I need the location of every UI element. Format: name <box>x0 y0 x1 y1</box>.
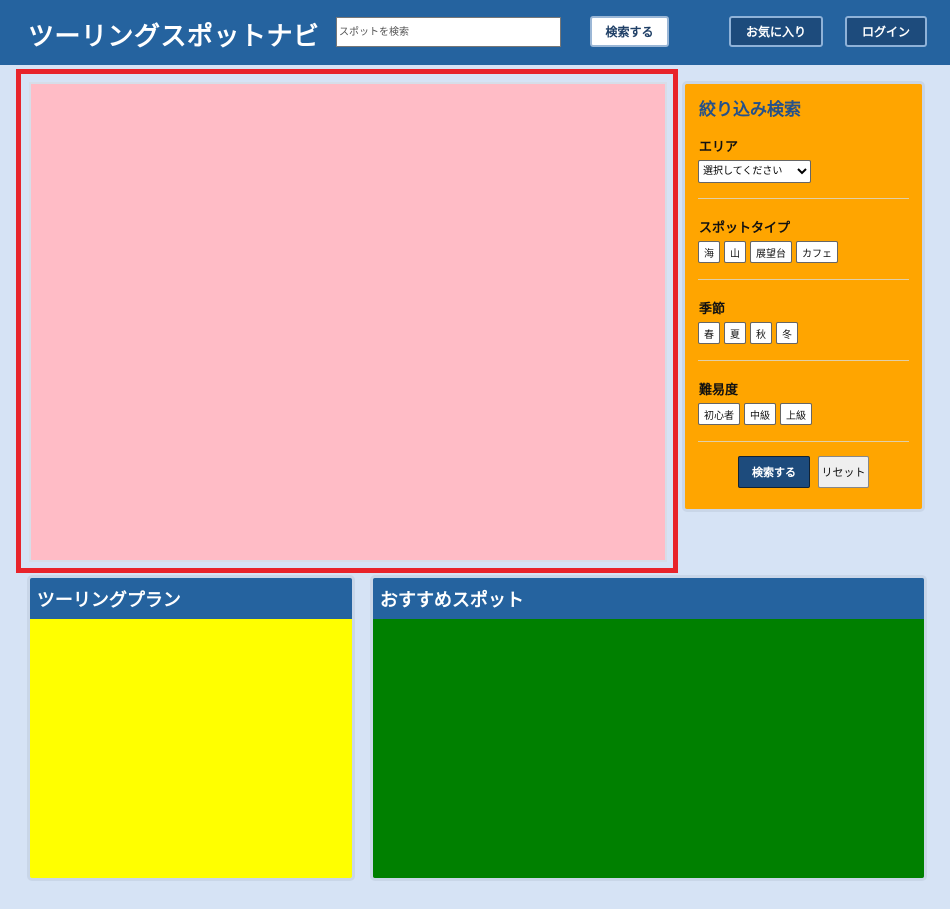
season-autumn-chip[interactable]: 秋 <box>750 322 772 344</box>
touring-plan-card: ツーリングプラン <box>27 575 355 881</box>
spot-type-cafe-chip[interactable]: カフェ <box>796 241 838 263</box>
difficulty-options: 初心者 中級 上級 <box>698 403 812 425</box>
site-title[interactable]: ツーリングスポットナビ <box>28 16 320 53</box>
filter-reset-button[interactable]: リセット <box>818 456 869 488</box>
area-label: エリア <box>699 140 739 155</box>
recommended-spots-body <box>373 619 924 878</box>
season-options: 春 夏 秋 冬 <box>698 322 798 344</box>
spot-type-sea-chip[interactable]: 海 <box>698 241 720 263</box>
difficulty-intermediate-chip[interactable]: 中級 <box>744 403 776 425</box>
spot-search-input[interactable] <box>336 17 561 47</box>
filter-title: 絞り込み検索 <box>699 100 801 120</box>
spot-type-viewpoint-chip[interactable]: 展望台 <box>750 241 792 263</box>
spot-type-options: 海 山 展望台 カフェ <box>698 241 838 263</box>
season-summer-chip[interactable]: 夏 <box>724 322 746 344</box>
difficulty-advanced-chip[interactable]: 上級 <box>780 403 812 425</box>
filter-divider <box>698 441 909 442</box>
favorites-button[interactable]: お気に入り <box>729 16 823 47</box>
spot-type-label: スポットタイプ <box>699 221 791 236</box>
spot-type-mountain-chip[interactable]: 山 <box>724 241 746 263</box>
difficulty-beginner-chip[interactable]: 初心者 <box>698 403 740 425</box>
filter-divider <box>698 360 909 361</box>
season-winter-chip[interactable]: 冬 <box>776 322 798 344</box>
search-button[interactable]: 検索する <box>590 16 669 47</box>
login-button[interactable]: ログイン <box>845 16 927 47</box>
recommended-spots-title: おすすめスポット <box>373 578 924 619</box>
touring-plan-title: ツーリングプラン <box>30 578 352 619</box>
site-header: ツーリングスポットナビ 検索する お気に入り ログイン <box>0 0 950 65</box>
difficulty-label: 難易度 <box>699 383 739 398</box>
filter-divider <box>698 279 909 280</box>
filter-search-button[interactable]: 検索する <box>738 456 810 488</box>
recommended-spots-card: おすすめスポット <box>370 575 927 881</box>
season-label: 季節 <box>699 302 726 317</box>
season-spring-chip[interactable]: 春 <box>698 322 720 344</box>
area-select[interactable]: 選択してください <box>698 160 811 183</box>
touring-plan-body <box>30 619 352 878</box>
map-area[interactable] <box>29 82 667 562</box>
filter-divider <box>698 198 909 199</box>
filter-panel: 絞り込み検索 エリア 選択してください スポットタイプ 海 山 展望台 カフェ … <box>682 81 925 512</box>
map-highlight-frame <box>16 69 678 573</box>
